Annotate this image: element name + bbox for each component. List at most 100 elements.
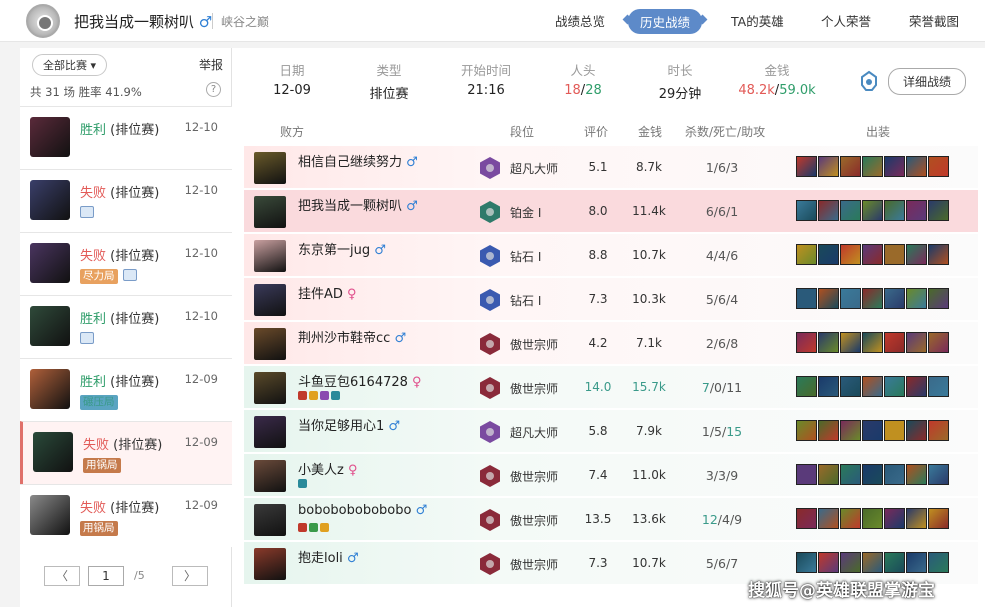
item-icon[interactable] [928,508,949,529]
player-row[interactable]: 挂件AD ♀ 钻石 Ⅰ 7.3 10.3k 5/6/4 [244,278,978,321]
screenshot-icon[interactable] [123,269,137,281]
item-icon[interactable] [906,376,927,397]
item-icon[interactable] [840,376,861,397]
item-icon[interactable] [884,376,905,397]
item-icon[interactable] [884,332,905,353]
item-icon[interactable] [928,200,949,221]
item-icon[interactable] [928,552,949,573]
item-icon[interactable] [796,376,817,397]
item-icon[interactable] [862,288,883,309]
item-icon[interactable] [884,420,905,441]
item-icon[interactable] [796,332,817,353]
report-link[interactable]: 举报 [199,56,223,73]
player-name[interactable]: 相信自己继续努力 ♂ [298,151,418,170]
tab-honor-screenshots[interactable]: 荣誉截图 [909,11,959,30]
player-row[interactable]: 东京第一jug ♂ 钻石 Ⅰ 8.8 10.7k 4/4/6 [244,234,978,277]
screenshot-icon[interactable] [80,206,94,218]
match-list-item[interactable]: 失败 (排位赛) 12-09 用锅局 [20,484,232,547]
item-icon[interactable] [906,200,927,221]
prev-page-button[interactable]: 〈 [44,566,80,586]
match-list-item[interactable]: 失败 (排位赛) 12-09 用锅局 [20,421,232,484]
player-row[interactable]: 小美人z ♀ 傲世宗师 7.4 11.0k 3/3/9 [244,454,978,497]
match-filter-dropdown[interactable]: 全部比赛 ▾ [32,54,108,76]
item-icon[interactable] [840,288,861,309]
item-icon[interactable] [818,288,839,309]
player-row[interactable]: 把我当成一颗树叭 ♂ 铂金 Ⅰ 8.0 11.4k 6/6/1 [244,190,978,233]
item-icon[interactable] [818,244,839,265]
item-icon[interactable] [884,288,905,309]
item-icon[interactable] [928,156,949,177]
item-icon[interactable] [906,156,927,177]
item-icon[interactable] [862,244,883,265]
item-icon[interactable] [862,200,883,221]
player-row[interactable]: 荆州沙市鞋帝cc ♂ 傲世宗师 4.2 7.1k 2/6/8 [244,322,978,365]
detailed-stats-button[interactable]: 详细战绩 [888,68,967,95]
player-name[interactable]: 把我当成一颗树叭 ♂ [298,195,418,214]
player-name[interactable]: 斗鱼豆包6164728 ♀ [298,371,422,390]
item-icon[interactable] [840,244,861,265]
item-icon[interactable] [818,376,839,397]
tab-honors[interactable]: 个人荣誉 [821,11,871,30]
item-icon[interactable] [840,464,861,485]
item-icon[interactable] [818,420,839,441]
item-icon[interactable] [906,332,927,353]
item-icon[interactable] [928,464,949,485]
item-icon[interactable] [884,156,905,177]
item-icon[interactable] [818,200,839,221]
item-icon[interactable] [840,200,861,221]
tab-overview[interactable]: 战绩总览 [555,11,605,30]
item-icon[interactable] [862,464,883,485]
item-icon[interactable] [818,332,839,353]
player-name[interactable]: 抱走loli ♂ [298,547,359,566]
player-name[interactable]: 荆州沙市鞋帝cc ♂ [298,327,406,346]
item-icon[interactable] [884,508,905,529]
item-icon[interactable] [840,332,861,353]
item-icon[interactable] [906,420,927,441]
item-icon[interactable] [906,288,927,309]
item-icon[interactable] [796,156,817,177]
item-icon[interactable] [906,464,927,485]
match-list-item[interactable]: 失败 (排位赛) 12-10 尽力局 [20,232,232,295]
tab-heroes[interactable]: TA的英雄 [731,11,784,30]
tab-match-history[interactable]: 历史战绩 [628,9,703,34]
item-icon[interactable] [928,244,949,265]
match-list-item[interactable]: 胜利 (排位赛) 12-10 [20,106,232,169]
item-icon[interactable] [884,244,905,265]
item-icon[interactable] [906,244,927,265]
item-icon[interactable] [818,464,839,485]
item-icon[interactable] [862,420,883,441]
item-icon[interactable] [928,420,949,441]
help-icon[interactable]: ? [206,82,221,97]
player-name[interactable]: 当你足够用心1 ♂ [298,415,400,434]
page-number-input[interactable]: 1 [88,566,124,586]
item-icon[interactable] [862,156,883,177]
match-list-item[interactable]: 失败 (排位赛) 12-10 [20,169,232,232]
player-name[interactable]: 小美人z ♀ [298,459,358,478]
item-icon[interactable] [796,464,817,485]
player-name[interactable]: 挂件AD ♀ [298,283,357,302]
item-icon[interactable] [862,376,883,397]
item-icon[interactable] [840,156,861,177]
item-icon[interactable] [884,200,905,221]
item-icon[interactable] [884,552,905,573]
item-icon[interactable] [862,508,883,529]
player-name[interactable]: 东京第一jug ♂ [298,239,386,258]
item-icon[interactable] [818,552,839,573]
item-icon[interactable] [818,508,839,529]
item-icon[interactable] [796,420,817,441]
item-icon[interactable] [928,376,949,397]
player-row[interactable]: 当你足够用心1 ♂ 超凡大师 5.8 7.9k 1/5/15 [244,410,978,453]
item-icon[interactable] [796,288,817,309]
item-icon[interactable] [796,200,817,221]
player-row[interactable]: 相信自己继续努力 ♂ 超凡大师 5.1 8.7k 1/6/3 [244,146,978,189]
item-icon[interactable] [796,244,817,265]
item-icon[interactable] [862,552,883,573]
item-icon[interactable] [928,332,949,353]
next-page-button[interactable]: 〉 [172,566,208,586]
player-name[interactable]: bobobobobobobo ♂ [298,503,427,518]
item-icon[interactable] [818,156,839,177]
item-icon[interactable] [840,552,861,573]
screenshot-icon[interactable] [80,332,94,344]
item-icon[interactable] [906,552,927,573]
item-icon[interactable] [840,420,861,441]
